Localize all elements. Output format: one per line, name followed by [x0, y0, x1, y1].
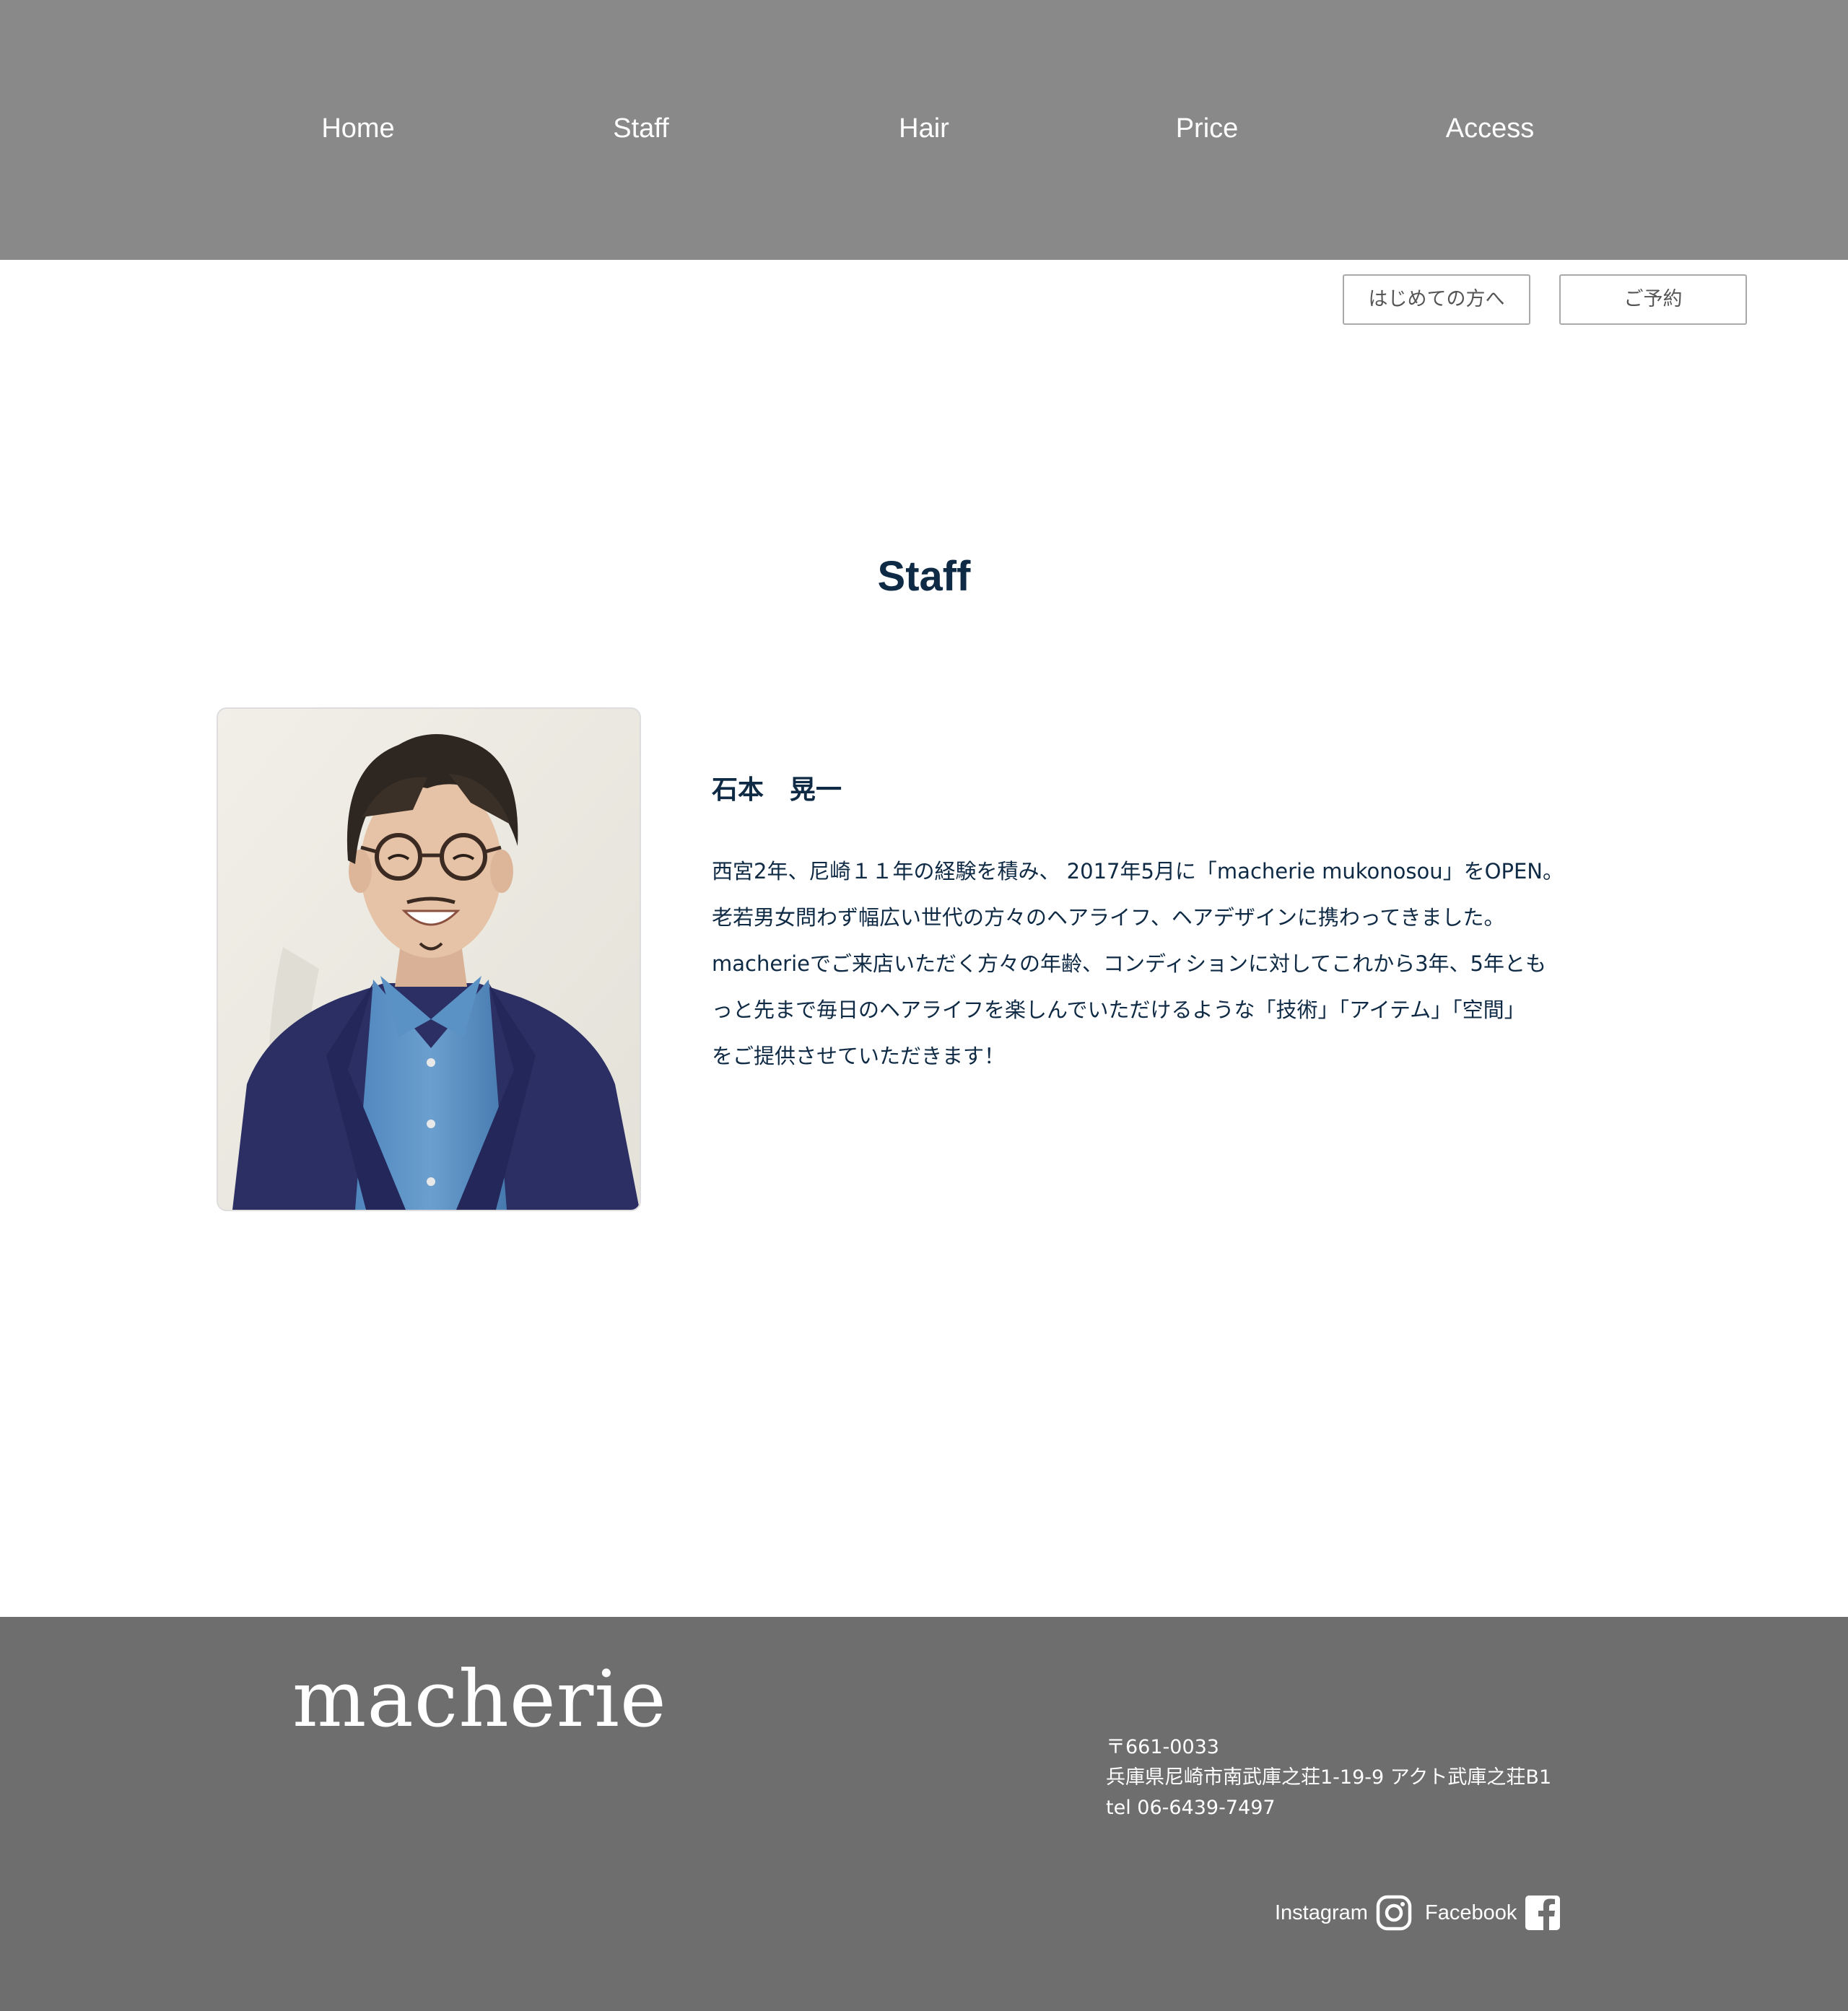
- facebook-label: Facebook: [1425, 1901, 1517, 1924]
- bio-line: をご提供させていただきます！: [712, 1044, 1006, 1068]
- nav-price[interactable]: Price: [1113, 108, 1301, 149]
- facebook-icon: [1524, 1894, 1561, 1932]
- staff-name: 石本 晃一: [712, 775, 842, 805]
- instagram-icon: [1375, 1894, 1413, 1932]
- street-address: 兵庫県尼崎市南武庫之荘1-19-9 アクト武庫之荘B1: [1106, 1766, 1552, 1789]
- nav-staff[interactable]: Staff: [547, 108, 735, 149]
- staff-photo: [217, 707, 641, 1211]
- postal-code: 〒661-0033: [1106, 1736, 1219, 1758]
- instagram-label: Instagram: [1275, 1901, 1368, 1924]
- site-footer: macherie 〒661-0033 兵庫県尼崎市南武庫之荘1-19-9 アクト…: [0, 1617, 1848, 2011]
- bio-line: macherieでご来店いただく方々の年齢、コンディションに対してこれから3年、…: [712, 951, 1547, 976]
- facebook-link[interactable]: Facebook: [1425, 1893, 1561, 1933]
- bio-line: っと先まで毎日のヘアライフを楽しんでいただけるような「技術」「アイテム」「空間」: [712, 998, 1525, 1022]
- phone-number: tel 06-6439-7497: [1106, 1797, 1276, 1819]
- nav-home[interactable]: Home: [264, 108, 452, 149]
- nav-hair[interactable]: Hair: [830, 108, 1018, 149]
- staff-bio: 西宮2年、尼崎１１年の経験を積み、 2017年5月に「macherie muko…: [712, 848, 1650, 1079]
- site-header: Home Staff Hair Price Access: [0, 0, 1848, 260]
- reserve-button[interactable]: ご予約: [1559, 274, 1747, 325]
- first-time-button[interactable]: はじめての方へ: [1343, 274, 1530, 325]
- bio-line: 老若男女問わず幅広い世代の方々のヘアライフ、ヘアデザインに携わってきました。: [712, 905, 1505, 930]
- footer-address: 〒661-0033 兵庫県尼崎市南武庫之荘1-19-9 アクト武庫之荘B1 te…: [1106, 1732, 1551, 1823]
- page-title: Staff: [877, 553, 971, 600]
- bio-line: 西宮2年、尼崎１１年の経験を積み、 2017年5月に「macherie muko…: [712, 859, 1564, 884]
- nav-access[interactable]: Access: [1396, 108, 1584, 149]
- instagram-link[interactable]: Instagram: [1275, 1893, 1413, 1933]
- footer-logo[interactable]: macherie: [292, 1653, 667, 1747]
